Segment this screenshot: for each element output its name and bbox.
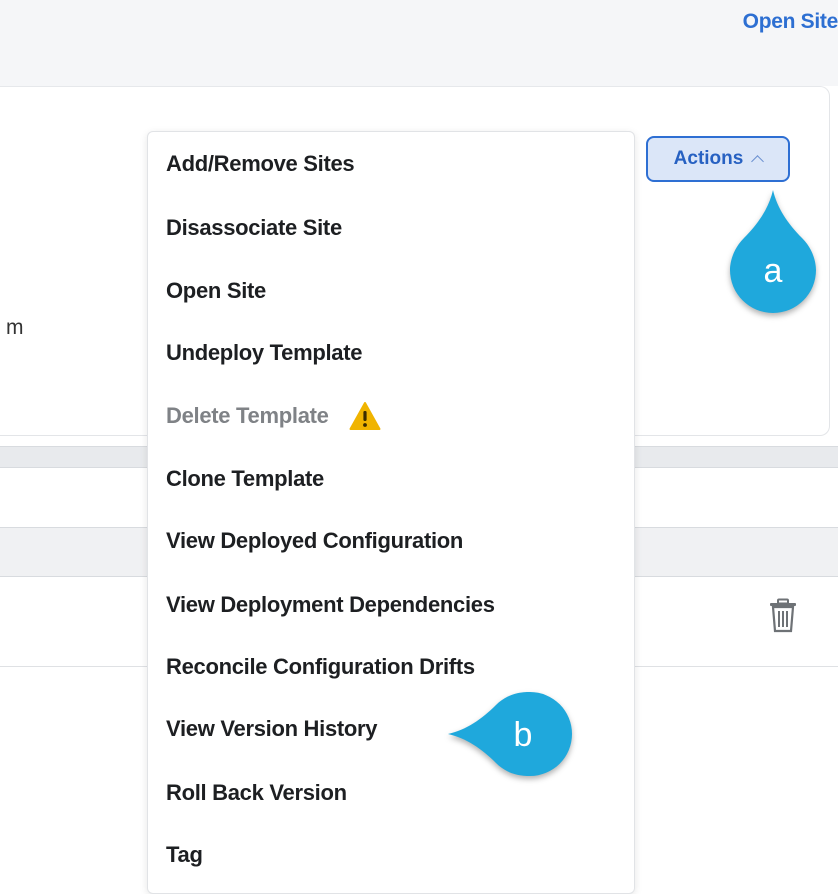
actions-menu: Add/Remove Sites Disassociate Site Open … (147, 131, 635, 894)
menu-item-add-remove-sites[interactable]: Add/Remove Sites (166, 144, 355, 184)
menu-item-label: Delete Template (166, 403, 329, 428)
menu-item-label: Roll Back Version (166, 780, 347, 805)
callout-a-label: a (764, 252, 783, 290)
menu-item-label: Clone Template (166, 466, 324, 491)
callout-b-label: b (514, 716, 533, 754)
menu-item-label: Reconcile Configuration Drifts (166, 654, 475, 679)
menu-item-disassociate-site[interactable]: Disassociate Site (166, 208, 342, 248)
callout-a: a (730, 190, 816, 313)
menu-item-label: Add/Remove Sites (166, 151, 355, 176)
menu-item-label: Open Site (166, 278, 266, 303)
partial-text: m (6, 316, 24, 339)
actions-button-label: Actions (673, 148, 744, 169)
menu-item-label: View Version History (166, 716, 378, 741)
actions-button[interactable]: Actions (646, 136, 790, 182)
menu-item-view-version-history[interactable]: View Version History (166, 709, 378, 749)
menu-item-reconcile-configuration-drifts[interactable]: Reconcile Configuration Drifts (166, 647, 475, 687)
menu-item-delete-template: Delete Template (166, 396, 381, 436)
menu-item-label: Undeploy Template (166, 340, 363, 365)
menu-item-label: View Deployment Dependencies (166, 592, 495, 617)
top-bar: Open Site (0, 0, 838, 86)
menu-item-roll-back-version[interactable]: Roll Back Version (166, 773, 347, 813)
menu-item-clone-template[interactable]: Clone Template (166, 459, 324, 499)
chevron-up-icon (751, 155, 765, 168)
menu-item-open-site[interactable]: Open Site (166, 271, 266, 311)
trash-icon (770, 598, 796, 633)
delete-row-button[interactable] (766, 598, 800, 634)
menu-item-tag[interactable]: Tag (166, 835, 203, 875)
menu-item-view-deployment-dependencies[interactable]: View Deployment Dependencies (166, 585, 495, 625)
menu-item-label: Tag (166, 842, 203, 867)
menu-item-label: View Deployed Configuration (166, 528, 464, 553)
callout-b: b (448, 692, 572, 776)
menu-item-label: Disassociate Site (166, 215, 342, 240)
open-site-link[interactable]: Open Site (743, 10, 838, 34)
menu-item-undeploy-template[interactable]: Undeploy Template (166, 333, 362, 373)
warning-icon (349, 402, 381, 430)
menu-item-view-deployed-configuration[interactable]: View Deployed Configuration (166, 521, 463, 561)
